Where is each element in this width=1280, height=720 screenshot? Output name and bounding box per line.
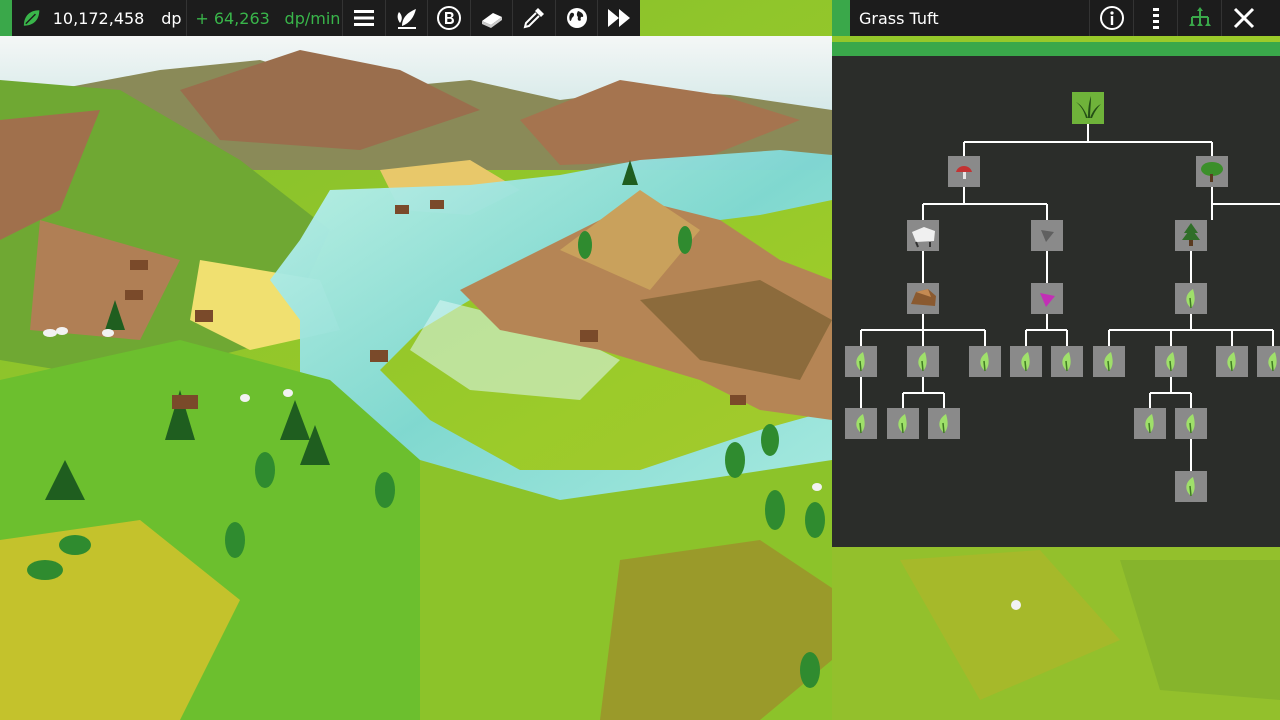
info-icon <box>1099 6 1124 30</box>
tree-node-mushroom[interactable] <box>948 156 980 187</box>
evolution-tree-button[interactable] <box>1177 0 1221 36</box>
divider <box>186 0 188 36</box>
tree-node-sprout[interactable] <box>928 408 960 439</box>
dp-rate-value: + 64,263 <box>195 8 270 28</box>
more-button[interactable] <box>1133 0 1177 36</box>
tree-node-sprout[interactable] <box>845 346 877 377</box>
tree-node-sprout[interactable] <box>1155 346 1187 377</box>
globe-icon <box>566 8 587 28</box>
tree-node-sprout[interactable] <box>1257 346 1280 377</box>
tree-node-sprout[interactable] <box>1175 471 1207 502</box>
fast-forward-button[interactable] <box>597 0 640 36</box>
tree-node-sprout[interactable] <box>887 408 919 439</box>
tree-node-sprout[interactable] <box>1093 346 1125 377</box>
evolution-tree <box>845 92 1280 502</box>
menu-icon <box>354 10 375 26</box>
b-icon <box>437 6 462 30</box>
tree-hierarchy-icon <box>1188 7 1211 26</box>
tree-node-sprout[interactable] <box>969 346 1001 377</box>
tree-node-grass-tuft[interactable] <box>1072 92 1104 124</box>
tree-node-sprout[interactable] <box>907 346 939 377</box>
plant-icon <box>397 9 416 29</box>
dp-rate-unit-label: dp/min <box>284 8 341 28</box>
resource-bar-accent <box>0 0 12 36</box>
tree-node-bush[interactable] <box>1196 156 1228 187</box>
encyclopedia-button[interactable] <box>469 0 513 36</box>
dropper-button[interactable] <box>512 0 555 36</box>
panel-header-accent <box>832 0 850 36</box>
fast-forward-icon <box>608 9 631 27</box>
tree-node-crystal[interactable] <box>1031 220 1063 251</box>
tree-node-sprout[interactable] <box>1175 283 1207 314</box>
close-icon <box>1233 7 1254 29</box>
species-panel-header: Grass Tuft <box>832 0 1280 36</box>
menu-button[interactable] <box>342 0 385 36</box>
plant-button[interactable] <box>384 0 428 36</box>
evolution-tree-panel <box>832 56 1280 547</box>
panel-title: Grass Tuft <box>859 8 939 28</box>
dp-total-value: 10,172,458 <box>52 8 145 28</box>
info-button[interactable] <box>1089 0 1133 36</box>
resource-bar: 10,172,458 dp + 64,263 dp/min <box>0 0 640 36</box>
more-vertical-icon <box>1152 8 1159 29</box>
tree-node-sprout[interactable] <box>845 408 877 439</box>
close-button[interactable] <box>1221 0 1265 36</box>
leaf-icon <box>23 10 39 26</box>
dp-unit-label: dp <box>161 8 182 28</box>
tree-node-sprout[interactable] <box>1216 346 1248 377</box>
book-icon <box>481 13 502 28</box>
tree-node-sprout[interactable] <box>1010 346 1042 377</box>
tree-node-pine[interactable] <box>1175 220 1207 251</box>
tree-node-sprout[interactable] <box>1051 346 1083 377</box>
tree-node-rock[interactable] <box>907 220 939 251</box>
tree-node-sprout[interactable] <box>1134 408 1166 439</box>
globe-button[interactable] <box>554 0 598 36</box>
b-button[interactable] <box>427 0 470 36</box>
dropper-icon <box>523 8 545 29</box>
panel-green-stripe <box>832 42 1280 56</box>
tree-node-sprout[interactable] <box>1175 408 1207 439</box>
tree-node-boulder[interactable] <box>907 283 939 314</box>
tree-node-pink-crystal[interactable] <box>1031 283 1063 314</box>
